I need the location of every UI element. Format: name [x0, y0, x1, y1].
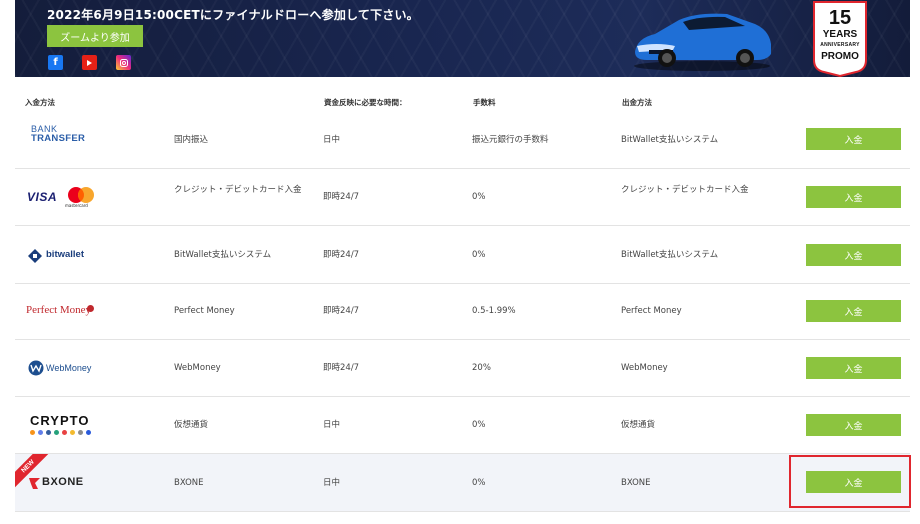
header-fee: 手数料 — [473, 98, 496, 107]
method-time: 即時24/7 — [323, 306, 360, 316]
table-row: WebMoney WebMoney 即時24/7 20% WebMoney 入金 — [15, 340, 910, 397]
facebook-icon[interactable]: f — [48, 55, 63, 70]
bank-transfer-logo: BANK TRANSFER — [15, 113, 160, 168]
bxone-wordmark: BXONE — [42, 476, 84, 488]
method-fee: 0.5-1.99% — [472, 306, 516, 316]
perfect-money-logo: Perfect Money — [15, 284, 160, 339]
deposit-button-card[interactable]: 入金 — [806, 186, 901, 208]
method-fee: 0% — [472, 420, 486, 430]
bitwallet-wordmark: bitwallet — [46, 249, 85, 260]
crypto-coin-dots — [30, 430, 91, 435]
perfect-money-wordmark: Perfect Money — [26, 304, 92, 316]
promo-years: YEARS — [822, 29, 858, 40]
coin-dot — [38, 430, 43, 435]
method-fee: 0% — [472, 192, 486, 202]
table-row: NEW BXONE BXONE 日中 0% BXONE 入金 — [15, 454, 910, 512]
method-time: 日中 — [323, 420, 341, 430]
method-fee: 0% — [472, 478, 486, 488]
method-time: 日中 — [323, 135, 341, 145]
method-name: BitWallet支払いシステム — [174, 250, 272, 260]
bxone-mark-icon — [29, 478, 40, 489]
method-withdraw: クレジット・デビットカード入金 — [621, 185, 749, 195]
table-row: Perfect Money Perfect Money 即時24/7 0.5-1… — [15, 284, 910, 340]
method-withdraw: Perfect Money — [621, 306, 682, 316]
table-row: BANK TRANSFER 国内振込 日中 振込元銀行の手数料 BitWalle… — [15, 113, 910, 169]
method-withdraw: 仮想通貨 — [621, 420, 656, 430]
coin-dot — [86, 430, 91, 435]
method-name: 仮想通貨 — [174, 420, 209, 430]
method-fee: 0% — [472, 250, 486, 260]
method-fee: 振込元銀行の手数料 — [472, 135, 549, 145]
method-withdraw: BitWallet支払いシステム — [621, 135, 719, 145]
deposit-button-crypto[interactable]: 入金 — [806, 414, 901, 436]
coin-dot — [78, 430, 83, 435]
visa-logo: VISA — [27, 190, 58, 204]
deposit-button-perfect-money[interactable]: 入金 — [806, 300, 901, 322]
method-withdraw: BXONE — [621, 478, 651, 488]
perfect-money-mark-icon — [87, 305, 94, 312]
method-time: 即時24/7 — [323, 363, 360, 373]
coin-dot — [70, 430, 75, 435]
visa-mastercard-logo: VISA mastercard — [15, 169, 160, 225]
webmoney-globe-icon — [28, 360, 44, 376]
bxone-logo: NEW BXONE — [15, 454, 160, 511]
method-fee: 20% — [472, 363, 491, 373]
banner-title: 2022年6月9日15:00CETにファイナルドローへ参加して下さい。 — [47, 8, 419, 22]
crypto-logo: CRYPTO — [15, 397, 160, 453]
method-withdraw: BitWallet支払いシステム — [621, 250, 719, 260]
coin-dot — [62, 430, 67, 435]
method-time: 日中 — [323, 478, 341, 488]
method-name: Perfect Money — [174, 306, 235, 316]
table-row: VISA mastercard クレジット・デビットカード入金 即時24/7 0… — [15, 169, 910, 226]
header-time: 資金反映に必要な時間： — [324, 98, 407, 107]
crypto-wordmark: CRYPTO — [30, 413, 90, 428]
deposit-button-webmoney[interactable]: 入金 — [806, 357, 901, 379]
method-withdraw: WebMoney — [621, 363, 668, 373]
bitwallet-logo: bitwallet — [15, 226, 160, 283]
bank-logo-line-2: TRANSFER — [31, 133, 86, 144]
method-name: 国内振込 — [174, 135, 209, 145]
method-name: BXONE — [174, 478, 204, 488]
table-header: 入金方法 資金反映に必要な時間： 手数料 出金方法 — [15, 93, 910, 113]
webmoney-wordmark: WebMoney — [46, 363, 92, 373]
promo-banner: 2022年6月9日15:00CETにファイナルドローへ参加して下さい。 ズームよ… — [15, 0, 910, 77]
method-name: クレジット・デビットカード入金 — [174, 185, 302, 195]
coin-dot — [46, 430, 51, 435]
bitwallet-icon — [28, 249, 42, 263]
promo-number: 15 — [828, 7, 852, 29]
method-time: 即時24/7 — [323, 192, 360, 202]
highlight-box — [789, 455, 911, 508]
table-row: CRYPTO 仮想通貨 日中 0% 仮想通貨 入金 — [15, 397, 910, 454]
deposit-button-bitwallet[interactable]: 入金 — [806, 244, 901, 266]
instagram-icon[interactable] — [116, 55, 131, 70]
car-image — [634, 13, 771, 71]
promo-anniversary: ANNIVERSARY — [820, 42, 860, 48]
coin-dot — [30, 430, 35, 435]
method-time: 即時24/7 — [323, 250, 360, 260]
coin-dot — [54, 430, 59, 435]
deposit-button-bank[interactable]: 入金 — [806, 128, 901, 150]
youtube-icon[interactable] — [82, 55, 97, 70]
join-zoom-button[interactable]: ズームより参加 — [47, 25, 143, 47]
method-name: WebMoney — [174, 363, 221, 373]
promo-label: PROMO — [821, 51, 859, 62]
table-row: bitwallet BitWallet支払いシステム 即時24/7 0% Bit… — [15, 226, 910, 284]
header-withdraw: 出金方法 — [622, 98, 652, 107]
webmoney-logo: WebMoney — [15, 340, 160, 396]
header-method: 入金方法 — [25, 98, 55, 107]
mastercard-label: mastercard — [65, 203, 88, 208]
